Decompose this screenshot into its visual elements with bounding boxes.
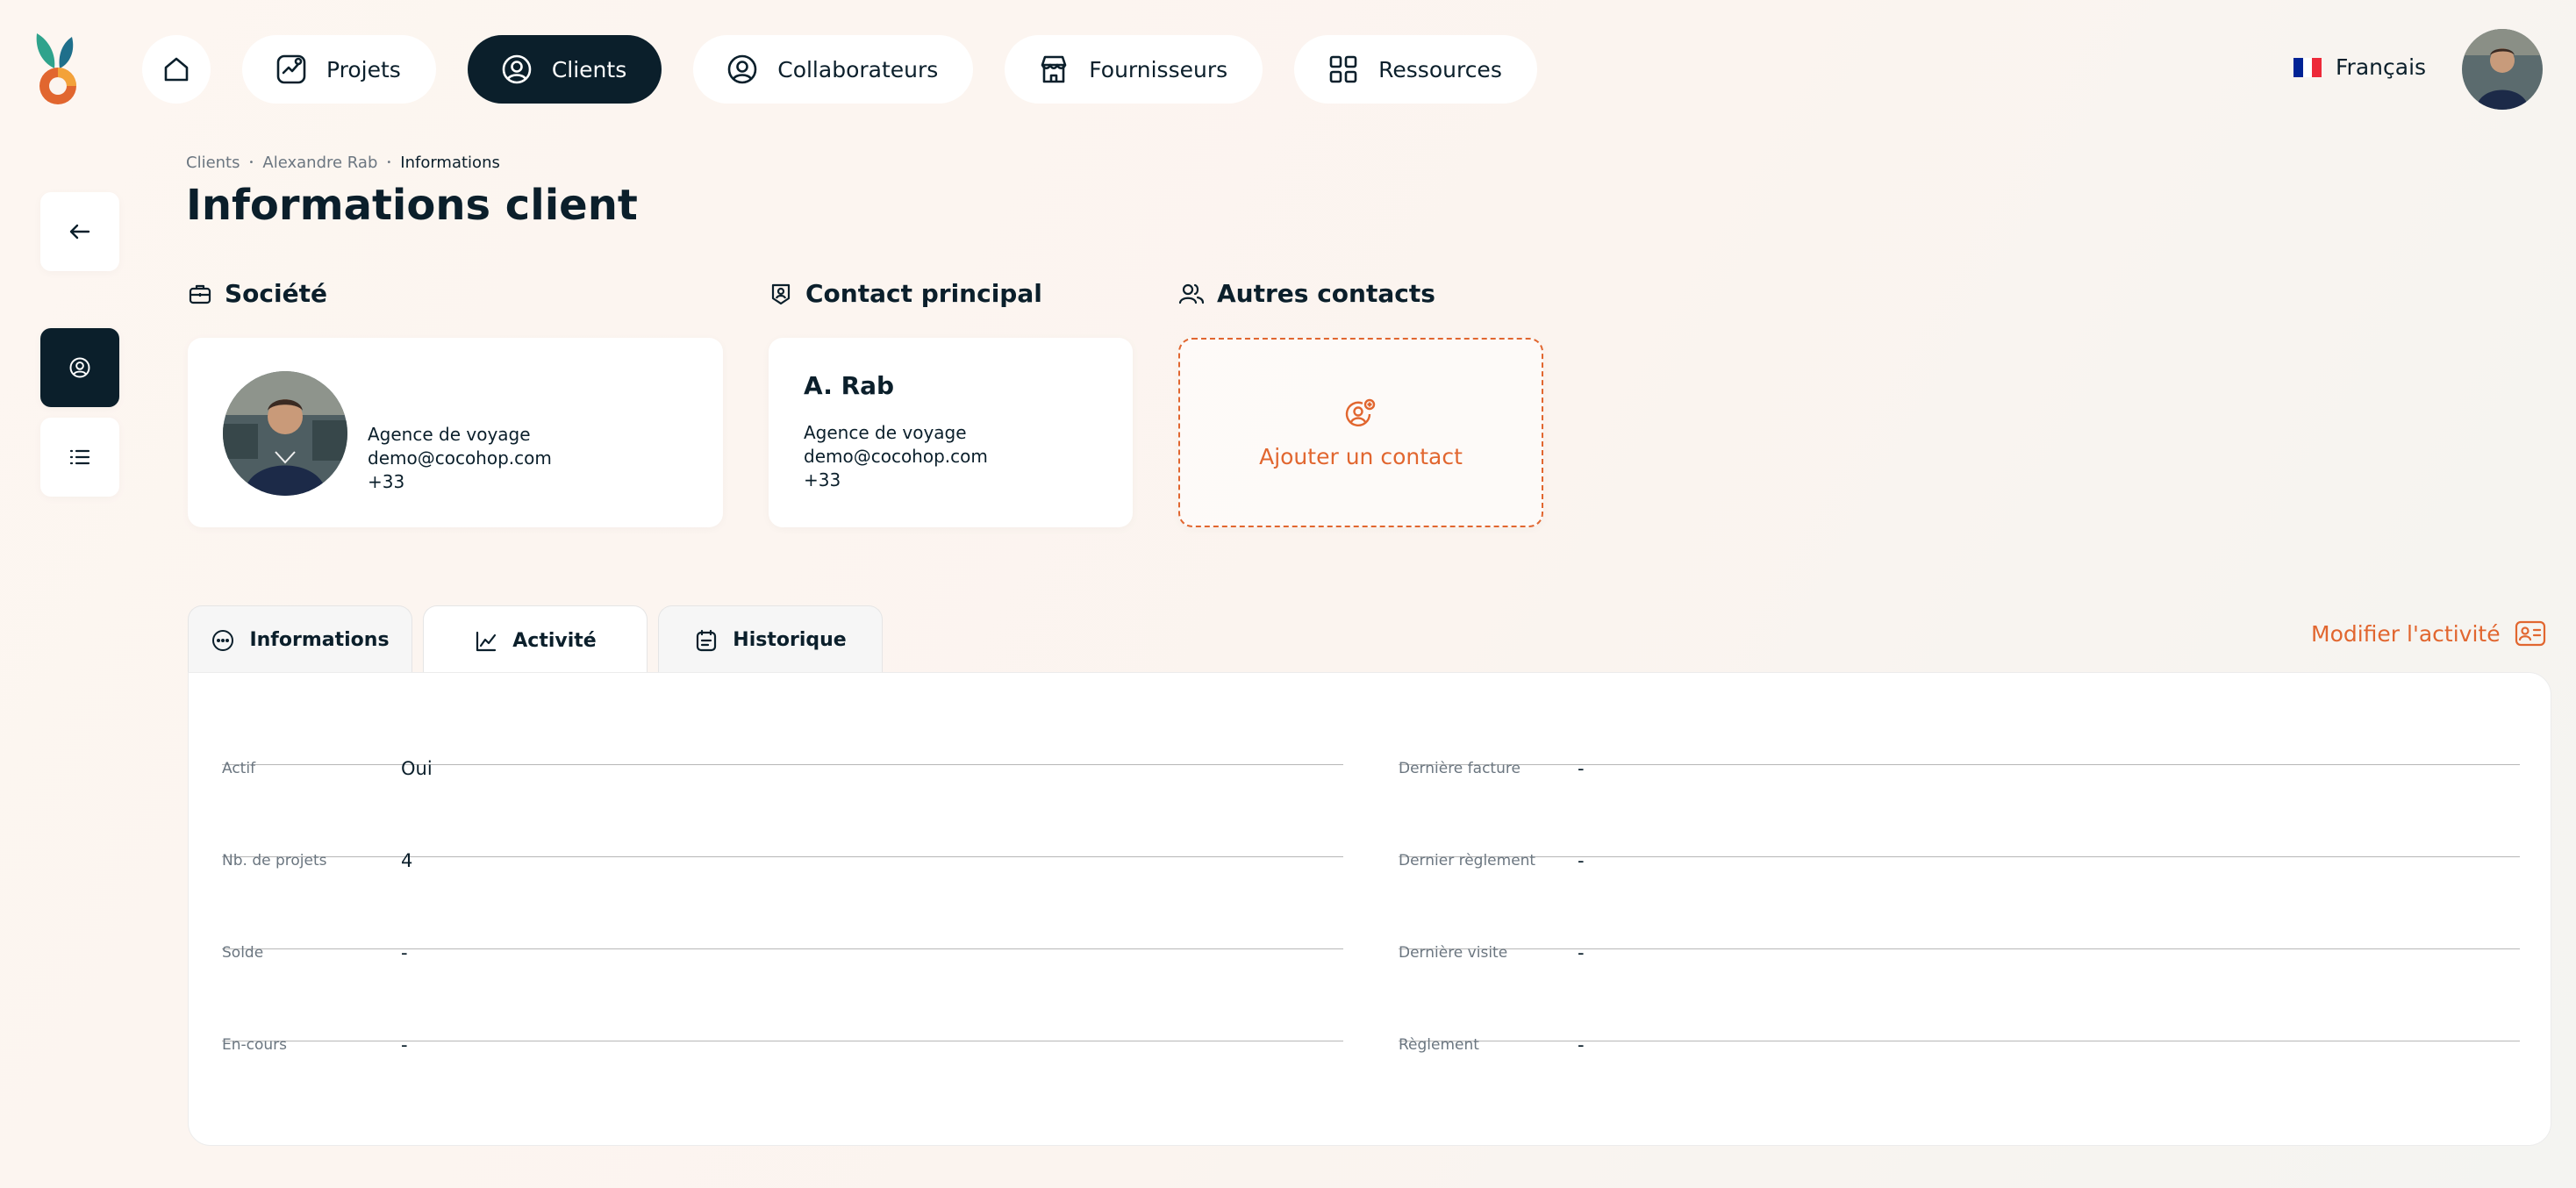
societe-email[interactable]: demo@cocohop.com (368, 447, 552, 470)
field-dernier-reglement: Dernier règlement - (1399, 765, 2520, 871)
back-button[interactable] (40, 192, 119, 271)
contact-principal-title: Contact principal (805, 279, 1042, 308)
breadcrumb: Clients • Alexandre Rab • Informations (186, 154, 500, 172)
contact-email[interactable]: demo@cocohop.com (804, 445, 988, 469)
modify-activity-label: Modifier l'activité (2311, 620, 2501, 647)
page-title: Informations client (186, 181, 638, 230)
nav-ressources[interactable]: Ressources (1294, 35, 1537, 104)
add-user-icon (1345, 398, 1376, 426)
tab-informations-label: Informations (249, 629, 390, 651)
field-value: - (1578, 1034, 1585, 1056)
contact-info: Agence de voyage demo@cocohop.com +33 (804, 421, 988, 492)
contact-badge-icon (771, 283, 791, 304)
side-list-button[interactable] (40, 418, 119, 497)
tab-informations[interactable]: Informations (188, 605, 412, 674)
societe-type: Agence de voyage (368, 424, 531, 445)
id-card-icon (2515, 620, 2545, 647)
nav-clients[interactable]: Clients (467, 35, 662, 104)
store-icon (1041, 55, 1067, 83)
app-logo[interactable] (33, 30, 82, 109)
dots-circle-icon (212, 629, 234, 651)
home-icon (164, 57, 189, 82)
add-contact-button[interactable]: Ajouter un contact (1178, 338, 1543, 527)
language-label: Français (2336, 54, 2427, 80)
breadcrumb-separator: • (386, 158, 392, 168)
activity-panel: Actif Oui Nb. de projets 4 Solde - En-co… (188, 672, 2551, 1146)
add-contact-label: Ajouter un contact (1259, 443, 1463, 469)
user-circle-icon (69, 357, 90, 378)
nav-collaborateurs-label: Collaborateurs (777, 56, 939, 82)
tab-activite[interactable]: Activité (423, 605, 648, 676)
user-circle-icon (502, 54, 532, 84)
france-flag-icon (2293, 57, 2322, 77)
breadcrumb-separator: • (248, 158, 254, 168)
breadcrumb-item-client[interactable]: Alexandre Rab (262, 154, 377, 172)
arrow-left-icon (69, 224, 90, 240)
nav-collaborateurs[interactable]: Collaborateurs (693, 35, 974, 104)
autres-contacts-title: Autres contacts (1217, 279, 1435, 308)
list-icon (69, 449, 90, 465)
user-circle-icon (727, 54, 757, 84)
field-reglement: Règlement - (1399, 949, 2520, 1056)
detail-tabs: Informations Activité Historique (188, 605, 883, 676)
societe-header: Société (188, 279, 327, 308)
nav-home-button[interactable] (142, 35, 211, 104)
user-avatar[interactable] (2462, 29, 2543, 110)
modify-activity-button[interactable]: Modifier l'activité (2311, 619, 2546, 648)
autres-contacts-header: Autres contacts (1178, 279, 1435, 308)
side-client-profile-button[interactable] (40, 328, 119, 407)
calendar-list-icon (697, 629, 717, 651)
grid-icon (1329, 55, 1357, 83)
field-en-cours: En-cours - (222, 949, 1343, 1056)
contact-name: A. Rab (804, 371, 895, 400)
main-nav: Projets Clients Collaborateurs Fournisse… (142, 35, 1537, 104)
nav-clients-label: Clients (551, 56, 627, 82)
field-label: Règlement (1399, 1036, 1479, 1054)
contact-type: Agence de voyage (804, 422, 967, 443)
contact-phone[interactable]: +33 (804, 469, 988, 492)
tab-historique[interactable]: Historique (658, 605, 883, 674)
field-actif: Actif Oui (222, 673, 1343, 779)
company-photo (223, 371, 347, 496)
users-icon (1178, 283, 1205, 304)
tab-historique-label: Historique (733, 629, 847, 651)
language-selector[interactable]: Français (2293, 54, 2426, 80)
breadcrumb-item-clients[interactable]: Clients (186, 154, 240, 172)
breadcrumb-item-current: Informations (400, 154, 500, 172)
nav-projets[interactable]: Projets (242, 35, 436, 104)
field-derniere-visite: Dernière visite - (1399, 857, 2520, 963)
contact-principal-card[interactable]: A. Rab Agence de voyage demo@cocohop.com… (769, 338, 1133, 527)
chart-line-icon (476, 631, 497, 651)
societe-info: Agence de voyage demo@cocohop.com +33 (368, 423, 552, 494)
field-solde: Solde - (222, 857, 1343, 963)
nav-projets-label: Projets (326, 56, 401, 82)
societe-phone[interactable]: +33 (368, 470, 552, 494)
field-derniere-facture: Dernière facture - (1399, 673, 2520, 779)
societe-card[interactable]: Agence de voyage demo@cocohop.com +33 (188, 338, 723, 527)
societe-title: Société (225, 279, 327, 308)
field-label: En-cours (222, 1036, 288, 1054)
nav-ressources-label: Ressources (1378, 56, 1502, 82)
nav-fournisseurs[interactable]: Fournisseurs (1005, 35, 1263, 104)
field-value: - (401, 1034, 408, 1056)
projects-icon (276, 54, 306, 84)
nav-fournisseurs-label: Fournisseurs (1089, 56, 1228, 82)
tab-activite-label: Activité (512, 630, 597, 652)
briefcase-icon (189, 284, 211, 304)
field-nb-projets: Nb. de projets 4 (222, 765, 1343, 871)
contact-principal-header: Contact principal (769, 279, 1042, 308)
